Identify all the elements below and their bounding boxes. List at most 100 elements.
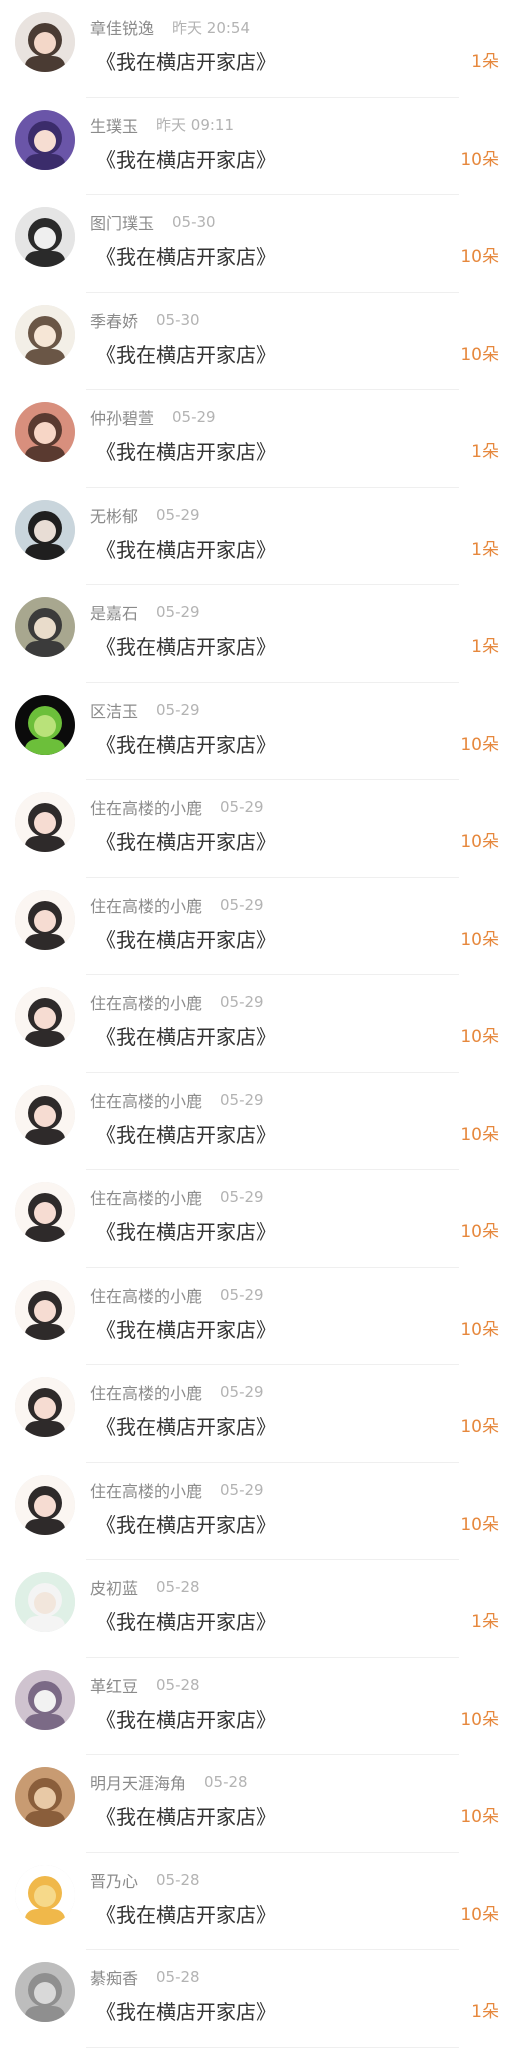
book-title[interactable]: 《我在横店开家店》 — [96, 436, 276, 465]
gift-record-row[interactable]: 住在高楼的小鹿 05-29 《我在横店开家店》 10朵 — [0, 1170, 521, 1268]
timestamp: 05-29 — [220, 993, 264, 1011]
avatar-white-hair-icon[interactable] — [15, 1572, 75, 1632]
avatar-photo-icon[interactable] — [15, 597, 75, 657]
gift-record-row[interactable]: 区洁玉 05-29 《我在横店开家店》 10朵 — [0, 683, 521, 780]
book-title[interactable]: 《我在横店开家店》 — [96, 631, 276, 660]
book-title[interactable]: 《我在横店开家店》 — [96, 339, 276, 368]
timestamp: 05-29 — [156, 603, 200, 621]
avatar-deer-girl-icon[interactable] — [15, 1279, 75, 1340]
avatar-clock-icon[interactable] — [15, 1669, 75, 1730]
gift-record-row[interactable]: 皮初蓝 05-28 《我在横店开家店》 1朵 — [0, 1560, 521, 1658]
gift-record-row[interactable]: 仲孙碧萱 05-29 《我在横店开家店》 1朵 — [0, 390, 521, 488]
book-title[interactable]: 《我在横店开家店》 — [96, 1314, 276, 1343]
gift-record-row[interactable]: 住在高楼的小鹿 05-29 《我在横店开家店》 10朵 — [0, 1365, 521, 1463]
book-title[interactable]: 《我在横店开家店》 — [96, 924, 276, 953]
book-title[interactable]: 《我在横店开家店》 — [96, 241, 276, 270]
book-title[interactable]: 《我在横店开家店》 — [96, 729, 276, 758]
gift-record-row[interactable]: 晋乃心 05-28 《我在横店开家店》 10朵 — [0, 1853, 521, 1950]
flower-amount: 10朵 — [460, 149, 499, 170]
avatar-girl-icon[interactable] — [15, 402, 75, 462]
avatar-deer-girl-icon[interactable] — [15, 1084, 75, 1145]
book-title[interactable]: 《我在横店开家店》 — [96, 1216, 276, 1245]
gift-record-row[interactable]: 季春娇 05-30 《我在横店开家店》 10朵 — [0, 293, 521, 390]
timestamp: 05-28 — [156, 1578, 200, 1596]
timestamp: 昨天 09:11 — [156, 116, 235, 134]
timestamp: 昨天 20:54 — [172, 18, 251, 37]
user-name[interactable]: 章佳锐逸 — [90, 15, 154, 39]
user-name[interactable]: 革红豆 — [90, 1673, 138, 1697]
user-name[interactable]: 住在高楼的小鹿 — [90, 1088, 202, 1112]
gift-record-row[interactable]: 住在高楼的小鹿 05-29 《我在横店开家店》 10朵 — [0, 1463, 521, 1560]
row-meta: 生璞玉 昨天 09:11 — [90, 113, 234, 137]
avatar-deer-girl-icon[interactable] — [15, 1377, 75, 1437]
book-title[interactable]: 《我在横店开家店》 — [96, 1899, 276, 1928]
book-title[interactable]: 《我在横店开家店》 — [96, 1606, 276, 1635]
user-name[interactable]: 住在高楼的小鹿 — [90, 1283, 202, 1307]
book-title[interactable]: 《我在横店开家店》 — [96, 144, 276, 173]
timestamp: 05-30 — [172, 213, 216, 231]
user-name[interactable]: 住在高楼的小鹿 — [90, 1380, 202, 1404]
gift-record-row[interactable]: 綦痴香 05-28 《我在横店开家店》 1朵 — [0, 1950, 521, 2048]
avatar-deer-girl-icon[interactable] — [15, 1182, 75, 1242]
user-name[interactable]: 无彬郁 — [90, 503, 138, 527]
flower-amount: 10朵 — [460, 929, 499, 950]
user-name[interactable]: 住在高楼的小鹿 — [90, 795, 202, 819]
avatar-deer-girl-icon[interactable] — [15, 792, 75, 852]
avatar-deer-girl-icon[interactable] — [15, 889, 75, 950]
timestamp: 05-28 — [156, 1968, 200, 1986]
timestamp: 05-29 — [220, 1285, 264, 1304]
user-name[interactable]: 明月天涯海角 — [90, 1770, 186, 1794]
gift-record-row[interactable]: 明月天涯海角 05-28 《我在横店开家店》 10朵 — [0, 1755, 521, 1853]
user-name[interactable]: 晋乃心 — [90, 1868, 138, 1892]
avatar-sketch-girl-icon[interactable] — [15, 304, 75, 365]
user-name[interactable]: 生璞玉 — [90, 113, 138, 137]
avatar-anime-girl-icon[interactable] — [15, 109, 75, 170]
book-title[interactable]: 《我在横店开家店》 — [96, 1801, 276, 1830]
user-name[interactable]: 住在高楼的小鹿 — [90, 1478, 202, 1502]
gift-record-row[interactable]: 住在高楼的小鹿 05-29 《我在横店开家店》 10朵 — [0, 1073, 521, 1170]
user-name[interactable]: 季春娇 — [90, 308, 138, 332]
avatar-blur-photo-icon[interactable] — [15, 1962, 75, 2022]
user-name[interactable]: 是嘉石 — [90, 600, 138, 624]
user-name[interactable]: 住在高楼的小鹿 — [90, 990, 202, 1014]
user-name[interactable]: 住在高楼的小鹿 — [90, 1185, 202, 1209]
row-meta: 区洁玉 05-29 — [90, 698, 200, 722]
book-title[interactable]: 《我在横店开家店》 — [96, 1509, 276, 1538]
user-name[interactable]: 綦痴香 — [90, 1965, 138, 1989]
row-meta: 皮初蓝 05-28 — [90, 1575, 200, 1599]
user-name[interactable]: 住在高楼的小鹿 — [90, 893, 202, 917]
timestamp: 05-29 — [156, 505, 200, 524]
avatar-cat-icon[interactable] — [15, 1767, 75, 1827]
book-title[interactable]: 《我在横店开家店》 — [96, 1119, 276, 1148]
timestamp: 05-29 — [220, 1383, 264, 1401]
avatar-dark-hair-icon[interactable] — [15, 499, 75, 560]
book-title[interactable]: 《我在横店开家店》 — [96, 1704, 276, 1733]
gift-record-row[interactable]: 是嘉石 05-29 《我在横店开家店》 1朵 — [0, 585, 521, 683]
gift-record-row[interactable]: 无彬郁 05-29 《我在横店开家店》 1朵 — [0, 488, 521, 585]
avatar-deer-girl-icon[interactable] — [15, 987, 75, 1047]
book-title[interactable]: 《我在横店开家店》 — [96, 1411, 276, 1440]
gift-record-row[interactable]: 图门璞玉 05-30 《我在横店开家店》 10朵 — [0, 195, 521, 293]
avatar-girl-icon[interactable] — [15, 12, 75, 72]
avatar-flower-icon[interactable] — [15, 694, 75, 755]
book-title[interactable]: 《我在横店开家店》 — [96, 826, 276, 855]
book-title[interactable]: 《我在横店开家店》 — [96, 46, 276, 75]
gift-record-row[interactable]: 住在高楼的小鹿 05-29 《我在横店开家店》 10朵 — [0, 975, 521, 1073]
user-name[interactable]: 图门璞玉 — [90, 210, 154, 234]
gift-record-row[interactable]: 章佳锐逸 昨天 20:54 《我在横店开家店》 1朵 — [0, 0, 521, 98]
avatar-small-emoji-icon[interactable] — [15, 1864, 75, 1925]
gift-record-row[interactable]: 革红豆 05-28 《我在横店开家店》 10朵 — [0, 1658, 521, 1755]
book-title[interactable]: 《我在横店开家店》 — [96, 1996, 276, 2025]
gift-record-row[interactable]: 住在高楼的小鹿 05-29 《我在横店开家店》 10朵 — [0, 780, 521, 878]
gift-record-row[interactable]: 生璞玉 昨天 09:11 《我在横店开家店》 10朵 — [0, 98, 521, 195]
book-title[interactable]: 《我在横店开家店》 — [96, 1021, 276, 1050]
gift-record-row[interactable]: 住在高楼的小鹿 05-29 《我在横店开家店》 10朵 — [0, 878, 521, 975]
user-name[interactable]: 仲孙碧萱 — [90, 405, 154, 429]
book-title[interactable]: 《我在横店开家店》 — [96, 534, 276, 563]
user-name[interactable]: 皮初蓝 — [90, 1575, 138, 1599]
avatar-sunglasses-icon[interactable] — [15, 207, 75, 267]
user-name[interactable]: 区洁玉 — [90, 698, 138, 722]
gift-record-list: 章佳锐逸 昨天 20:54 《我在横店开家店》 1朵 生璞玉 昨天 09:11 … — [0, 0, 521, 2048]
avatar-deer-girl-icon[interactable] — [15, 1474, 75, 1535]
gift-record-row[interactable]: 住在高楼的小鹿 05-29 《我在横店开家店》 10朵 — [0, 1268, 521, 1365]
